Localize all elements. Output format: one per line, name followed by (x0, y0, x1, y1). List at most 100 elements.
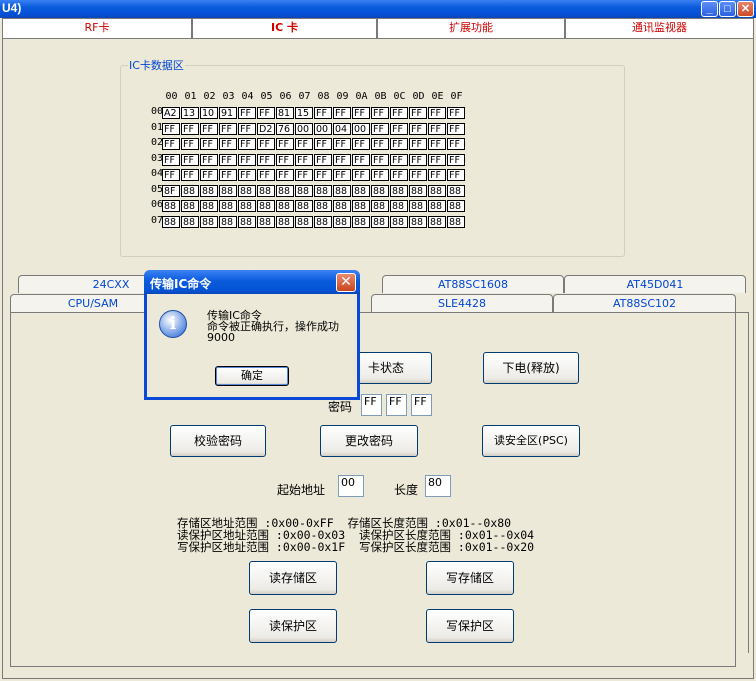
grid-cell[interactable]: 88 (181, 215, 199, 228)
grid-cell[interactable]: FF (295, 169, 313, 181)
grid-cell[interactable]: FF (295, 138, 313, 150)
grid-cell[interactable]: 15 (295, 107, 313, 119)
grid-cell[interactable]: 91 (219, 107, 237, 119)
grid-cell[interactable]: 88 (333, 184, 351, 197)
verify-password-button[interactable]: 校验密码 (170, 425, 266, 457)
grid-cell[interactable]: 88 (276, 200, 294, 212)
grid-cell[interactable]: FF (238, 153, 256, 166)
grid-cell[interactable]: FF (181, 138, 199, 150)
grid-cell[interactable]: FF (238, 122, 256, 135)
dialog-close-button[interactable]: ✕ (336, 273, 356, 292)
write-storage-button[interactable]: 写存储区 (426, 561, 514, 595)
grid-cell[interactable]: 88 (314, 200, 332, 212)
grid-cell[interactable]: FF (314, 169, 332, 181)
grid-cell[interactable]: FF (219, 138, 237, 150)
grid-cell[interactable]: FF (371, 138, 389, 150)
grid-cell[interactable]: FF (428, 169, 446, 181)
grid-cell[interactable]: FF (314, 138, 332, 150)
grid-cell[interactable]: FF (200, 122, 218, 135)
grid-cell[interactable]: 88 (314, 215, 332, 228)
minimize-button[interactable]: _ (701, 1, 718, 17)
tab-at88sc102[interactable]: AT88SC102 (553, 294, 736, 312)
grid-cell[interactable]: FF (257, 138, 275, 150)
grid-cell[interactable]: FF (219, 153, 237, 166)
grid-cell[interactable]: 88 (352, 184, 370, 197)
grid-cell[interactable]: 88 (181, 200, 199, 212)
grid-cell[interactable]: A2 (162, 107, 180, 119)
password-field-2[interactable]: FF (386, 394, 407, 416)
grid-cell[interactable]: FF (333, 107, 351, 119)
grid-cell[interactable]: 10 (200, 107, 218, 119)
grid-cell[interactable]: 88 (371, 184, 389, 197)
grid-cell[interactable]: FF (390, 107, 408, 119)
grid-cell[interactable]: 88 (238, 215, 256, 228)
grid-cell[interactable]: FF (333, 169, 351, 181)
grid-cell[interactable]: 00 (295, 122, 313, 135)
grid-cell[interactable]: FF (371, 169, 389, 181)
grid-cell[interactable]: FF (238, 107, 256, 119)
grid-cell[interactable]: 88 (238, 184, 256, 197)
grid-cell[interactable]: FF (390, 169, 408, 181)
grid-cell[interactable]: 88 (333, 215, 351, 228)
grid-cell[interactable]: FF (352, 169, 370, 181)
write-protect-button[interactable]: 写保护区 (426, 609, 514, 643)
password-field-1[interactable]: FF (361, 394, 382, 416)
grid-cell[interactable]: FF (200, 153, 218, 166)
grid-cell[interactable]: FF (181, 169, 199, 181)
grid-cell[interactable]: FF (409, 138, 427, 150)
grid-cell[interactable]: FF (257, 153, 275, 166)
grid-cell[interactable]: FF (162, 153, 180, 166)
close-button[interactable]: ✕ (737, 1, 754, 17)
grid-cell[interactable]: FF (352, 153, 370, 166)
grid-cell[interactable]: 13 (181, 107, 199, 119)
grid-cell[interactable]: 00 (352, 122, 370, 135)
grid-cell[interactable]: FF (162, 169, 180, 181)
change-password-button[interactable]: 更改密码 (320, 425, 418, 457)
grid-cell[interactable]: 88 (390, 200, 408, 212)
grid-cell[interactable]: FF (333, 138, 351, 150)
grid-cell[interactable]: FF (181, 122, 199, 135)
read-secure-button[interactable]: 读安全区(PSC) (482, 425, 580, 457)
grid-cell[interactable]: FF (238, 169, 256, 181)
grid-cell[interactable]: FF (409, 107, 427, 119)
grid-cell[interactable]: FF (238, 138, 256, 150)
grid-cell[interactable]: FF (447, 138, 465, 150)
grid-cell[interactable]: FF (409, 153, 427, 166)
grid-cell[interactable]: 88 (181, 184, 199, 197)
grid-cell[interactable]: FF (390, 138, 408, 150)
length-input[interactable]: 80 (425, 475, 451, 497)
grid-cell[interactable]: 88 (333, 200, 351, 212)
grid-cell[interactable]: 88 (257, 215, 275, 228)
grid-cell[interactable]: FF (428, 138, 446, 150)
grid-cell[interactable]: 88 (295, 200, 313, 212)
grid-cell[interactable]: FF (219, 169, 237, 181)
grid-cell[interactable]: 88 (314, 184, 332, 197)
grid-cell[interactable]: FF (314, 153, 332, 166)
grid-cell[interactable]: FF (447, 107, 465, 119)
grid-cell[interactable]: FF (390, 153, 408, 166)
tab-comm-monitor[interactable]: 通讯监视器 (565, 18, 754, 38)
maximize-button[interactable]: □ (719, 1, 736, 17)
grid-cell[interactable]: 88 (352, 200, 370, 212)
grid-cell[interactable]: 88 (219, 184, 237, 197)
tab-at88sc1608[interactable]: AT88SC1608 (382, 275, 564, 293)
grid-cell[interactable]: FF (352, 138, 370, 150)
grid-cell[interactable]: 8F (162, 184, 180, 197)
grid-cell[interactable]: FF (162, 122, 180, 135)
grid-cell[interactable]: FF (314, 107, 332, 119)
grid-cell[interactable]: 88 (428, 200, 446, 212)
grid-cell[interactable]: 88 (276, 184, 294, 197)
grid-cell[interactable]: 88 (162, 215, 180, 228)
grid-cell[interactable]: FF (295, 153, 313, 166)
tab-extended[interactable]: 扩展功能 (377, 18, 565, 38)
grid-cell[interactable]: FF (162, 138, 180, 150)
grid-cell[interactable]: 76 (276, 122, 294, 135)
password-field-3[interactable]: FF (411, 394, 432, 416)
grid-cell[interactable]: FF (257, 169, 275, 181)
grid-cell[interactable]: 88 (371, 215, 389, 228)
grid-cell[interactable]: 88 (390, 184, 408, 197)
grid-cell[interactable]: 88 (409, 200, 427, 212)
grid-cell[interactable]: 88 (219, 200, 237, 212)
tab-at45d041[interactable]: AT45D041 (564, 275, 746, 293)
grid-cell[interactable]: FF (276, 169, 294, 181)
